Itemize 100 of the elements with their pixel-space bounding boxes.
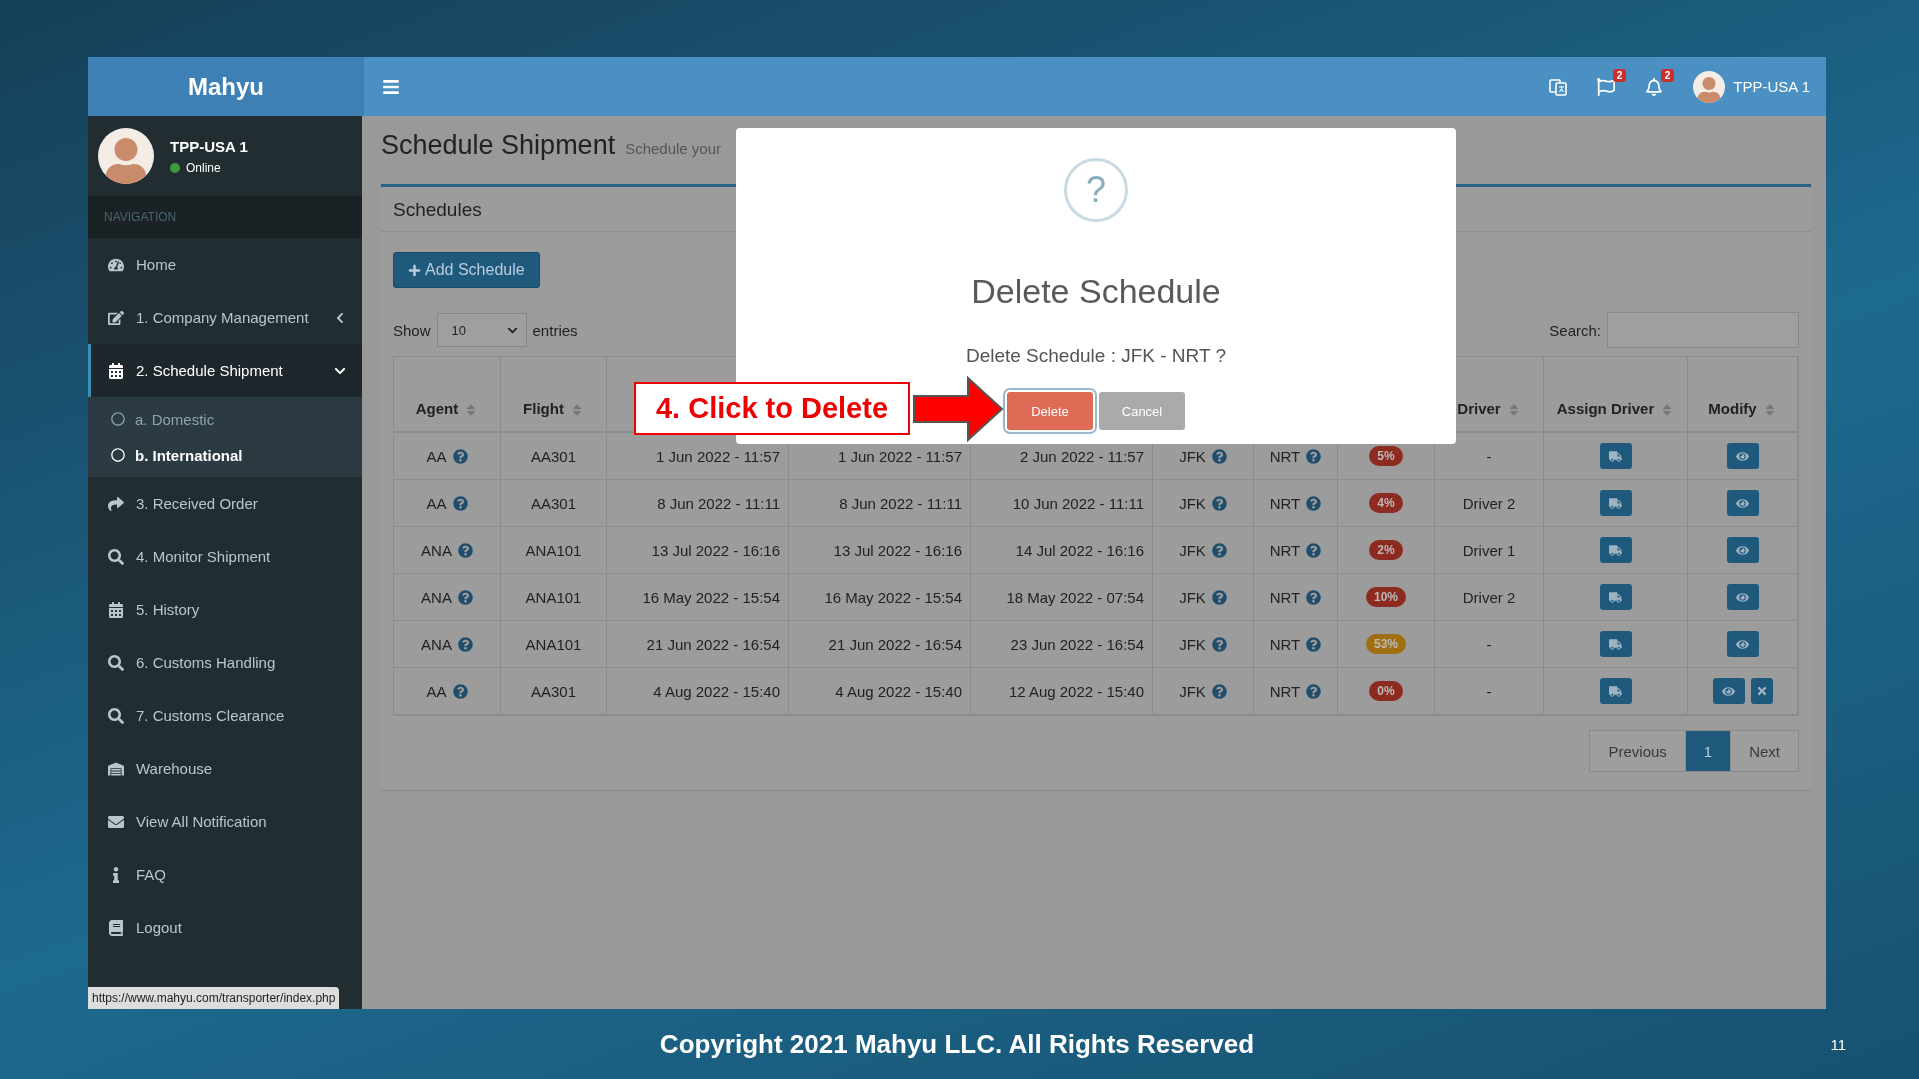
help-icon	[452, 683, 468, 699]
table-cell: Driver 2	[1435, 574, 1544, 621]
view-button[interactable]	[1712, 678, 1745, 704]
previous-button[interactable]: Previous	[1589, 730, 1686, 772]
sidebar-item[interactable]: 7. Customs Clearance	[88, 689, 362, 742]
user-avatar[interactable]	[1693, 70, 1726, 103]
delete-button[interactable]	[1750, 678, 1773, 704]
help-icon	[1306, 683, 1322, 699]
progress-badge: 2%	[1369, 540, 1403, 560]
progress-badge: 5%	[1369, 446, 1403, 466]
assign-driver-button[interactable]	[1599, 678, 1632, 704]
help-icon	[457, 542, 473, 558]
sidebar-item[interactable]: Home	[88, 238, 362, 291]
eye-icon	[1722, 684, 1735, 698]
search-icon	[108, 548, 124, 565]
search-label: Search:	[1549, 321, 1601, 339]
sidebar-item[interactable]: 6. Customs Handling	[88, 636, 362, 689]
table-cell: Driver 1	[1435, 527, 1544, 574]
help-icon	[1306, 495, 1322, 511]
table-cell: 4 Aug 2022 - 15:40	[607, 668, 789, 715]
assign-driver-button[interactable]	[1599, 490, 1632, 516]
table-cell: NRT	[1269, 682, 1301, 700]
entries-label: entries	[532, 321, 578, 339]
submenu-item[interactable]: a. Domestic	[88, 401, 362, 437]
menu-icon[interactable]	[382, 77, 400, 96]
view-button[interactable]	[1726, 490, 1759, 516]
table-cell: NRT	[1269, 447, 1301, 465]
column-header[interactable]: Modify	[1688, 357, 1798, 433]
question-icon: ?	[1064, 158, 1128, 222]
help-icon	[1211, 448, 1227, 464]
table-cell: AA301	[501, 668, 607, 715]
view-button[interactable]	[1726, 631, 1759, 657]
bell-icon[interactable]	[1645, 77, 1664, 96]
flag-icon[interactable]	[1597, 77, 1616, 96]
table-cell: 23 Jun 2022 - 16:54	[971, 621, 1153, 668]
table-cell: JFK	[1179, 447, 1206, 465]
page-subtitle: Schedule your	[625, 140, 722, 157]
table-cell: NRT	[1269, 541, 1301, 559]
column-header[interactable]: Flight	[501, 357, 607, 433]
table-cell: AA301	[501, 433, 607, 480]
eye-icon	[1736, 590, 1749, 604]
warehouse-icon	[108, 760, 124, 777]
assign-driver-button[interactable]	[1599, 631, 1632, 657]
language-icon[interactable]	[1549, 77, 1568, 96]
table-cell: Driver 2	[1435, 480, 1544, 527]
table-cell: ANA	[421, 635, 452, 653]
table-cell: JFK	[1179, 682, 1206, 700]
table-cell: ANA101	[501, 527, 607, 574]
view-button[interactable]	[1726, 584, 1759, 610]
edit-icon	[108, 309, 124, 326]
submenu-item[interactable]: b. International	[88, 437, 362, 473]
close-icon	[1755, 685, 1768, 697]
page-button[interactable]: 1	[1684, 730, 1732, 772]
table-cell: JFK	[1179, 588, 1206, 606]
sidebar-item[interactable]: 5. History	[88, 583, 362, 636]
table-cell: 16 May 2022 - 15:54	[607, 574, 789, 621]
chevron-left-icon	[334, 311, 346, 324]
online-status-dot	[170, 162, 180, 173]
table-cell: -	[1435, 621, 1544, 668]
sidebar-item[interactable]: FAQ	[88, 848, 362, 901]
assign-driver-button[interactable]	[1599, 537, 1632, 563]
sidebar-item[interactable]: 4. Monitor Shipment	[88, 530, 362, 583]
progress-badge: 53%	[1366, 634, 1406, 654]
assign-driver-button[interactable]	[1599, 443, 1632, 469]
nav-header: NAVIGATION	[88, 196, 362, 238]
progress-badge: 0%	[1369, 681, 1403, 701]
add-schedule-button[interactable]: Add Schedule	[393, 252, 540, 288]
help-icon	[1211, 683, 1227, 699]
help-icon	[1211, 589, 1227, 605]
truck-icon	[1609, 637, 1622, 651]
table-cell: 14 Jul 2022 - 16:16	[971, 527, 1153, 574]
show-label: Show	[393, 321, 431, 339]
column-header[interactable]: Agent	[394, 357, 501, 433]
sidebar-item[interactable]: 3. Received Order	[88, 477, 362, 530]
truck-icon	[1609, 684, 1622, 698]
table-cell: 16 May 2022 - 15:54	[789, 574, 971, 621]
column-header[interactable]: Assign Driver	[1544, 357, 1688, 433]
user-name[interactable]: TPP-USA 1	[1733, 78, 1810, 95]
table-cell: NRT	[1269, 494, 1301, 512]
table-cell: 13 Jul 2022 - 16:16	[789, 527, 971, 574]
sidebar-item[interactable]: Warehouse	[88, 742, 362, 795]
table-cell: 8 Jun 2022 - 11:11	[607, 480, 789, 527]
eye-icon	[1736, 449, 1749, 463]
sidebar-item[interactable]: 2. Schedule Shipment	[88, 344, 362, 397]
plus-icon	[408, 263, 421, 277]
help-icon	[1211, 636, 1227, 652]
next-button[interactable]: Next	[1730, 730, 1799, 772]
view-button[interactable]	[1726, 443, 1759, 469]
status-text: Online	[186, 160, 221, 175]
sidebar-item[interactable]: Logout	[88, 901, 362, 954]
page-size-select[interactable]: 10	[436, 313, 527, 347]
truck-icon	[1609, 590, 1622, 604]
view-button[interactable]	[1726, 537, 1759, 563]
slide-footer: Copyright 2021 Mahyu LLC. All Rights Reserved	[659, 1028, 1255, 1060]
user-name: TPP-USA 1	[170, 137, 248, 155]
sidebar-item[interactable]: View All Notification	[88, 795, 362, 848]
progress-badge: 10%	[1366, 587, 1406, 607]
sidebar-item[interactable]: 1. Company Management	[88, 291, 362, 344]
assign-driver-button[interactable]	[1599, 584, 1632, 610]
table-cell: NRT	[1269, 588, 1301, 606]
